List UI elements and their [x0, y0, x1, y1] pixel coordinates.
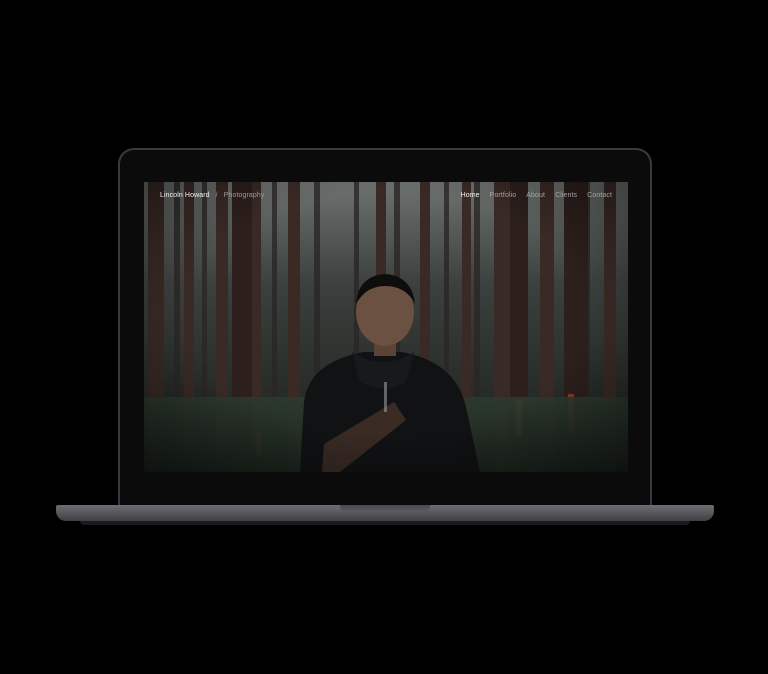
site-nav-bar: Lincoln Howard / Photography Home Portfo…	[144, 182, 628, 208]
laptop-base-notch	[340, 505, 430, 512]
main-nav: Home Portfolio About Clients Contact	[461, 192, 612, 199]
nav-link-clients[interactable]: Clients	[555, 192, 577, 199]
nav-link-about[interactable]: About	[526, 192, 545, 199]
brand-tagline: Photography	[223, 191, 265, 199]
nav-link-home[interactable]: Home	[461, 192, 480, 199]
mockup-stage: Lincoln Howard / Photography Home Portfo…	[0, 0, 768, 674]
nav-link-portfolio[interactable]: Portfolio	[490, 192, 517, 199]
brand-separator: /	[215, 191, 218, 199]
hero-photo	[144, 182, 628, 472]
laptop-base-shadow	[80, 521, 690, 525]
site-logo-link[interactable]: Lincoln Howard	[160, 192, 210, 199]
laptop-screen: Lincoln Howard / Photography Home Portfo…	[144, 182, 628, 472]
site-brand: Lincoln Howard / Photography	[160, 192, 265, 199]
nav-link-contact[interactable]: Contact	[587, 192, 612, 199]
